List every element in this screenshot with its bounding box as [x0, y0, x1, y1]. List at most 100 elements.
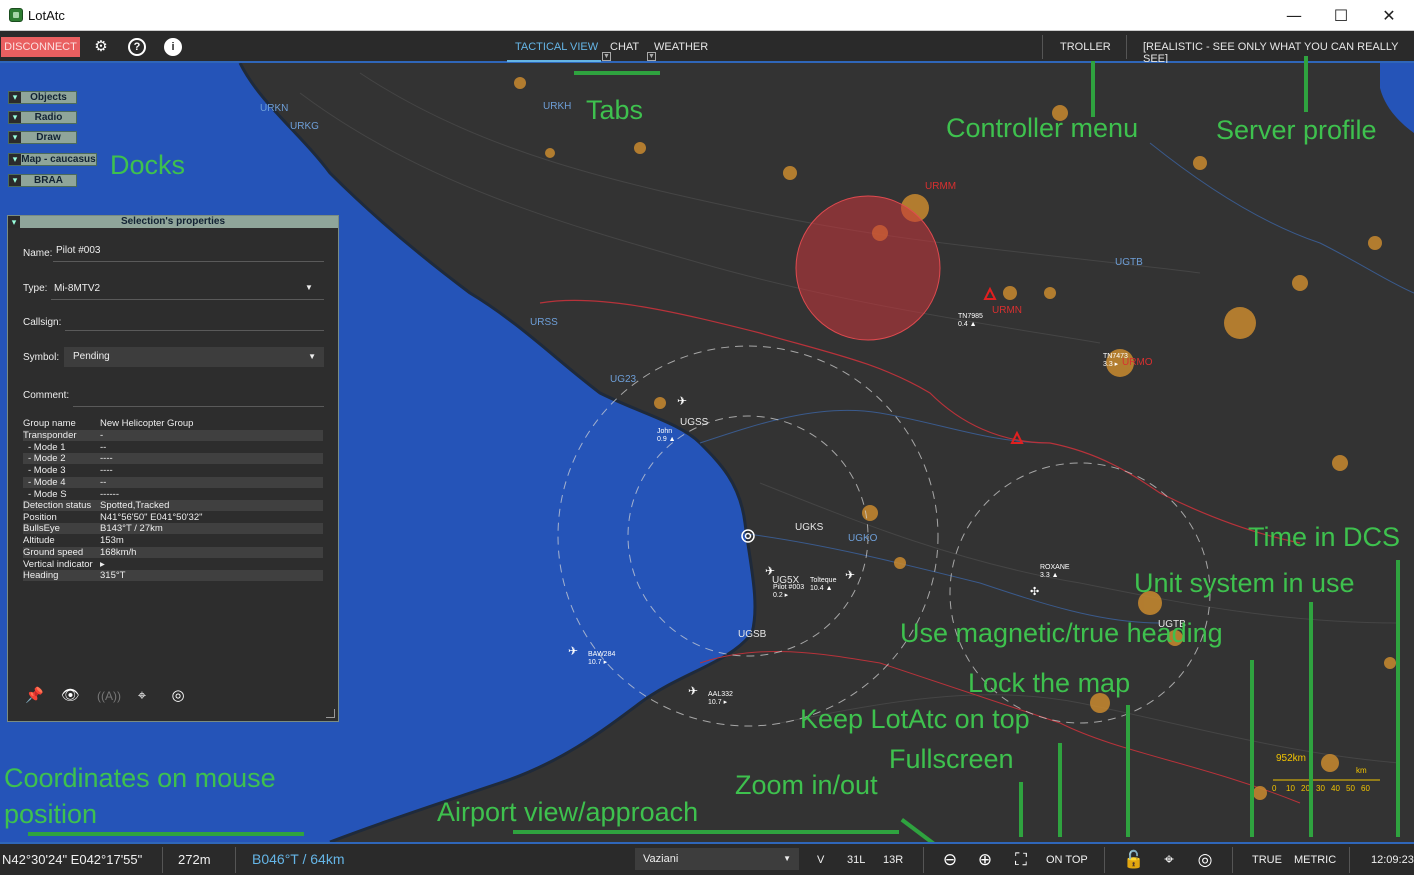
- close-button[interactable]: ✕: [1366, 0, 1412, 31]
- help-icon[interactable]: ?: [128, 38, 146, 56]
- property-row: Transponder -: [23, 430, 323, 441]
- crosshair-icon[interactable]: ⌖: [1159, 850, 1179, 870]
- pin-icon[interactable]: 📌: [25, 687, 44, 705]
- scale-tick: 40: [1331, 784, 1340, 793]
- aircraft-icon[interactable]: ✈: [568, 644, 578, 658]
- checkbox-icon[interactable]: ▾: [9, 92, 21, 103]
- type-label: Type:: [23, 283, 48, 294]
- chevron-down-icon[interactable]: ▼: [783, 848, 791, 870]
- property-row: - Mode 4 --: [23, 477, 323, 488]
- name-field[interactable]: Pilot #003: [56, 245, 100, 256]
- property-row: Ground speed 168km/h: [23, 547, 323, 558]
- unit-system-toggle[interactable]: METRIC: [1294, 854, 1336, 866]
- airport-select-value: Vaziani: [643, 853, 679, 865]
- dock-objects[interactable]: ▾ Objects: [8, 91, 77, 104]
- runway-button[interactable]: 31L: [847, 854, 865, 866]
- status-separator: [235, 847, 236, 873]
- crosshair-icon[interactable]: ⌖: [133, 687, 151, 705]
- dock-draw[interactable]: ▾ Draw: [8, 131, 77, 144]
- tab-chat[interactable]: CHAT: [610, 41, 639, 53]
- annotation-fullscreen: Fullscreen: [889, 744, 1014, 774]
- heading-reference-toggle[interactable]: TRUE: [1252, 854, 1282, 866]
- panel-title[interactable]: ▾ Selection's properties: [8, 216, 338, 228]
- airfield-label: URKH: [543, 101, 571, 112]
- annotation-pointer: [1396, 560, 1400, 837]
- lock-icon[interactable]: 🔓: [1123, 850, 1144, 870]
- dock-map[interactable]: ▾ Map - caucasus: [8, 153, 97, 166]
- server-profile[interactable]: [REALISTIC - SEE ONLY WHAT YOU CAN REALL…: [1143, 41, 1414, 65]
- symbol-select[interactable]: Pending ▼: [64, 347, 324, 367]
- annotation-airport-view: Airport view/approach: [437, 797, 699, 827]
- threat-range-circle[interactable]: [795, 195, 941, 341]
- disconnect-button[interactable]: DISCONNECT: [1, 37, 80, 57]
- checkbox-icon[interactable]: ▾: [9, 132, 21, 143]
- tab-tactical-view[interactable]: TACTICAL VIEW: [515, 41, 598, 53]
- chevron-down-icon[interactable]: ▼: [647, 52, 656, 61]
- annotation-underline: [28, 832, 304, 836]
- scale-tick: 30: [1316, 784, 1325, 793]
- status-separator: [1349, 847, 1350, 873]
- toolbar-separator: [1126, 35, 1127, 59]
- maximize-button[interactable]: ☐: [1318, 0, 1364, 31]
- sam-threat-icon[interactable]: [983, 286, 997, 300]
- annotation-time: Time in DCS: [1248, 522, 1401, 552]
- track-callsign: TN7985: [958, 313, 983, 320]
- annotation-pointer: [1304, 56, 1308, 112]
- checkbox-icon[interactable]: ▾: [9, 175, 21, 186]
- comment-field-underline: [73, 406, 324, 407]
- airfield-label: UGTB: [1115, 257, 1143, 268]
- runway-button[interactable]: V: [817, 854, 824, 866]
- track-data: 0.9 ▲: [657, 436, 676, 443]
- target-icon[interactable]: ◎: [1195, 850, 1215, 870]
- eye-icon[interactable]: 👁: [61, 687, 80, 705]
- fullscreen-icon[interactable]: ⛶: [1011, 850, 1031, 870]
- airfield-label: UGSB: [738, 629, 767, 640]
- scale-tick: 50: [1346, 784, 1355, 793]
- runway-button[interactable]: 13R: [883, 854, 903, 866]
- symbol-label: Symbol:: [23, 352, 60, 363]
- scale-unit: km: [1356, 766, 1367, 775]
- status-separator: [1232, 847, 1233, 873]
- minimize-button[interactable]: —: [1271, 0, 1317, 31]
- helicopter-icon[interactable]: ✣: [1030, 586, 1039, 598]
- tab-weather[interactable]: WEATHER: [654, 41, 708, 53]
- track-data: 10.4 ▲: [810, 585, 833, 592]
- aircraft-icon[interactable]: ✈: [765, 564, 775, 578]
- property-row: Group name New Helicopter Group: [23, 418, 194, 429]
- airfield-label: UGSS: [680, 417, 709, 428]
- annotation-underline: [574, 71, 660, 75]
- annotation-coordinates-line2: position: [4, 799, 98, 829]
- type-select[interactable]: Mi-8MTV2: [54, 283, 100, 294]
- chevron-down-icon[interactable]: ▼: [305, 283, 313, 292]
- aircraft-icon[interactable]: ✈: [845, 568, 855, 582]
- zoom-in-icon[interactable]: ⊕: [975, 850, 995, 870]
- target-icon[interactable]: ◎: [169, 687, 187, 705]
- checkbox-icon[interactable]: ▾: [9, 154, 21, 165]
- annotation-server-profile: Server profile: [1216, 115, 1377, 145]
- annotation-docks: Docks: [110, 150, 186, 180]
- aircraft-icon[interactable]: ✈: [677, 394, 687, 408]
- chevron-down-icon[interactable]: ▼: [602, 52, 611, 61]
- track-data: 3.3 ▸: [1103, 361, 1119, 368]
- aircraft-icon[interactable]: ✈: [688, 684, 698, 698]
- gear-icon[interactable]: ⚙: [92, 38, 110, 56]
- info-icon[interactable]: i: [164, 38, 182, 56]
- airfield-label: URKN: [260, 103, 288, 114]
- on-top-button[interactable]: ON TOP: [1046, 854, 1088, 866]
- track-data: 0.2 ▸: [773, 592, 789, 599]
- checkbox-icon[interactable]: ▾: [9, 112, 21, 123]
- checkbox-icon[interactable]: ▾: [8, 216, 20, 228]
- resize-handle[interactable]: [326, 709, 335, 718]
- zoom-out-icon[interactable]: ⊖: [940, 850, 960, 870]
- dock-radio[interactable]: ▾ Radio: [8, 111, 77, 124]
- dock-label: Objects: [30, 92, 67, 103]
- airfield-label: URMN: [992, 305, 1022, 316]
- controller-menu[interactable]: TROLLER: [1060, 41, 1111, 53]
- airport-select[interactable]: Vaziani ▼: [635, 848, 799, 870]
- dock-label: BRAA: [34, 175, 63, 186]
- track-callsign: John: [657, 428, 672, 435]
- chevron-down-icon[interactable]: ▼: [308, 347, 316, 367]
- track-callsign: ROXANE: [1040, 564, 1070, 571]
- dock-braa[interactable]: ▾ BRAA: [8, 174, 77, 187]
- radio-icon[interactable]: ((A)): [97, 687, 121, 705]
